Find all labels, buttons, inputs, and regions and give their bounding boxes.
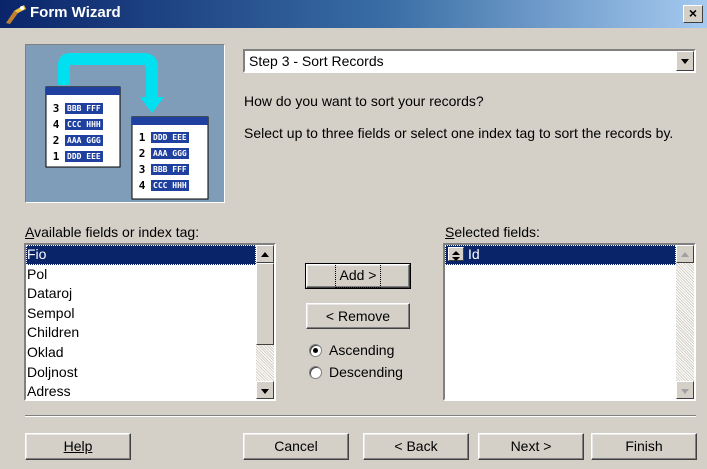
sorted-row: 1 DDD EEE	[133, 129, 207, 145]
help-button-label: Help	[63, 438, 93, 454]
scroll-down-button[interactable]	[256, 381, 274, 399]
source-row-text: DDD EEE	[65, 150, 103, 162]
sorted-row: 4 CCC HHH	[133, 177, 207, 193]
available-fields-list[interactable]: Fio Pol Dataroj Sempol Children Oklad Doljnost…	[24, 243, 276, 401]
sorted-row-number: 2	[133, 146, 151, 160]
sorted-row-text: AAA GGG	[151, 147, 189, 159]
sort-order-icon[interactable]	[448, 247, 464, 261]
arrow-down-icon	[261, 389, 269, 394]
available-field-item[interactable]: Fio	[26, 245, 256, 265]
help-button[interactable]: Help	[25, 433, 131, 460]
window-title: Form Wizard	[30, 4, 121, 21]
sort-question: How do you want to sort your records?	[244, 93, 484, 109]
available-field-item[interactable]: Sempol	[26, 304, 256, 324]
available-field-item[interactable]: Adress	[26, 382, 256, 399]
radio-dot-icon	[313, 348, 318, 353]
selected-field-label: Id	[468, 246, 480, 262]
available-field-item[interactable]: Children	[26, 323, 256, 343]
scroll-thumb[interactable]	[256, 263, 274, 345]
sorted-row-text: BBB FFF	[151, 163, 189, 175]
cancel-button-label: Cancel	[274, 438, 318, 454]
close-icon: ×	[688, 5, 698, 21]
add-button[interactable]: Add >	[305, 263, 411, 289]
sorted-row: 3 BBB FFF	[133, 161, 207, 177]
ascending-radio[interactable]	[309, 344, 322, 357]
add-button-label: Add >	[334, 263, 382, 288]
source-row-text: AAA GGG	[65, 134, 103, 146]
available-field-item[interactable]: Doljnost	[26, 363, 256, 383]
finish-button[interactable]: Finish	[591, 433, 697, 460]
back-button-label: < Back	[394, 438, 438, 454]
sort-instructions: Select up to three fields or select one …	[244, 125, 674, 141]
selected-fields-label: Selected fields:	[445, 224, 540, 240]
separator	[25, 415, 696, 417]
arrow-up-icon	[261, 252, 269, 257]
close-button[interactable]: ×	[683, 5, 703, 23]
next-button-label: Next >	[510, 438, 552, 454]
sort-illustration: 3 BBB FFF 4 CCC HHH 2 AAA GGG 1 DDD EEE 1 DDD EE…	[25, 44, 225, 203]
cancel-button[interactable]: Cancel	[243, 433, 349, 460]
chevron-down-icon	[681, 59, 689, 64]
source-row-text: CCC HHH	[65, 118, 103, 130]
step-select-dropdown-button[interactable]	[676, 51, 694, 71]
source-row-number: 1	[47, 149, 65, 163]
selected-fields-list[interactable]: Id	[443, 243, 696, 401]
sorted-row-number: 1	[133, 130, 151, 144]
next-button[interactable]: Next >	[478, 433, 584, 460]
descending-label[interactable]: Descending	[329, 364, 403, 381]
sorted-row-text: DDD EEE	[151, 131, 189, 143]
selected-fields-scrollbar	[676, 245, 694, 399]
descending-radio[interactable]	[309, 366, 322, 379]
sorted-row-number: 4	[133, 178, 151, 192]
source-row: 1 DDD EEE	[47, 148, 119, 164]
source-row-number: 4	[47, 117, 65, 131]
available-fields-label: Available fields or index tag:	[25, 224, 200, 240]
sorted-row: 2 AAA GGG	[133, 145, 207, 161]
scroll-up-button[interactable]	[256, 245, 274, 263]
source-row-text: BBB FFF	[65, 102, 103, 114]
arrow-up-icon	[681, 252, 689, 257]
source-row: 4 CCC HHH	[47, 116, 119, 132]
available-field-item[interactable]: Dataroj	[26, 284, 256, 304]
source-row: 2 AAA GGG	[47, 132, 119, 148]
available-fields-scrollbar[interactable]	[256, 245, 274, 399]
source-row-number: 3	[47, 101, 65, 115]
remove-button-label: < Remove	[325, 308, 391, 324]
source-row: 3 BBB FFF	[47, 100, 119, 116]
title-bar[interactable]: Form Wizard ×	[0, 0, 707, 28]
arrow-down-icon	[681, 389, 689, 394]
scroll-down-button	[676, 381, 694, 399]
ascending-label[interactable]: Ascending	[329, 342, 394, 359]
form-wizard-window: Form Wizard × 3 BBB FFF 4 CCC HHH 2 AAA GGG 1 D…	[0, 0, 707, 469]
step-select-value: Step 3 - Sort Records	[249, 53, 384, 69]
scroll-up-button	[676, 245, 694, 263]
available-field-item[interactable]: Oklad	[26, 343, 256, 363]
selected-field-item[interactable]: Id	[445, 245, 676, 265]
sorted-row-text: CCC HHH	[151, 179, 189, 191]
back-button[interactable]: < Back	[363, 433, 469, 460]
finish-button-label: Finish	[625, 438, 663, 454]
step-select[interactable]: Step 3 - Sort Records	[243, 49, 696, 73]
available-field-item[interactable]: Pol	[26, 265, 256, 285]
wizard-icon	[6, 5, 26, 24]
remove-button[interactable]: < Remove	[306, 303, 410, 329]
source-row-number: 2	[47, 133, 65, 147]
sorted-row-number: 3	[133, 162, 151, 176]
